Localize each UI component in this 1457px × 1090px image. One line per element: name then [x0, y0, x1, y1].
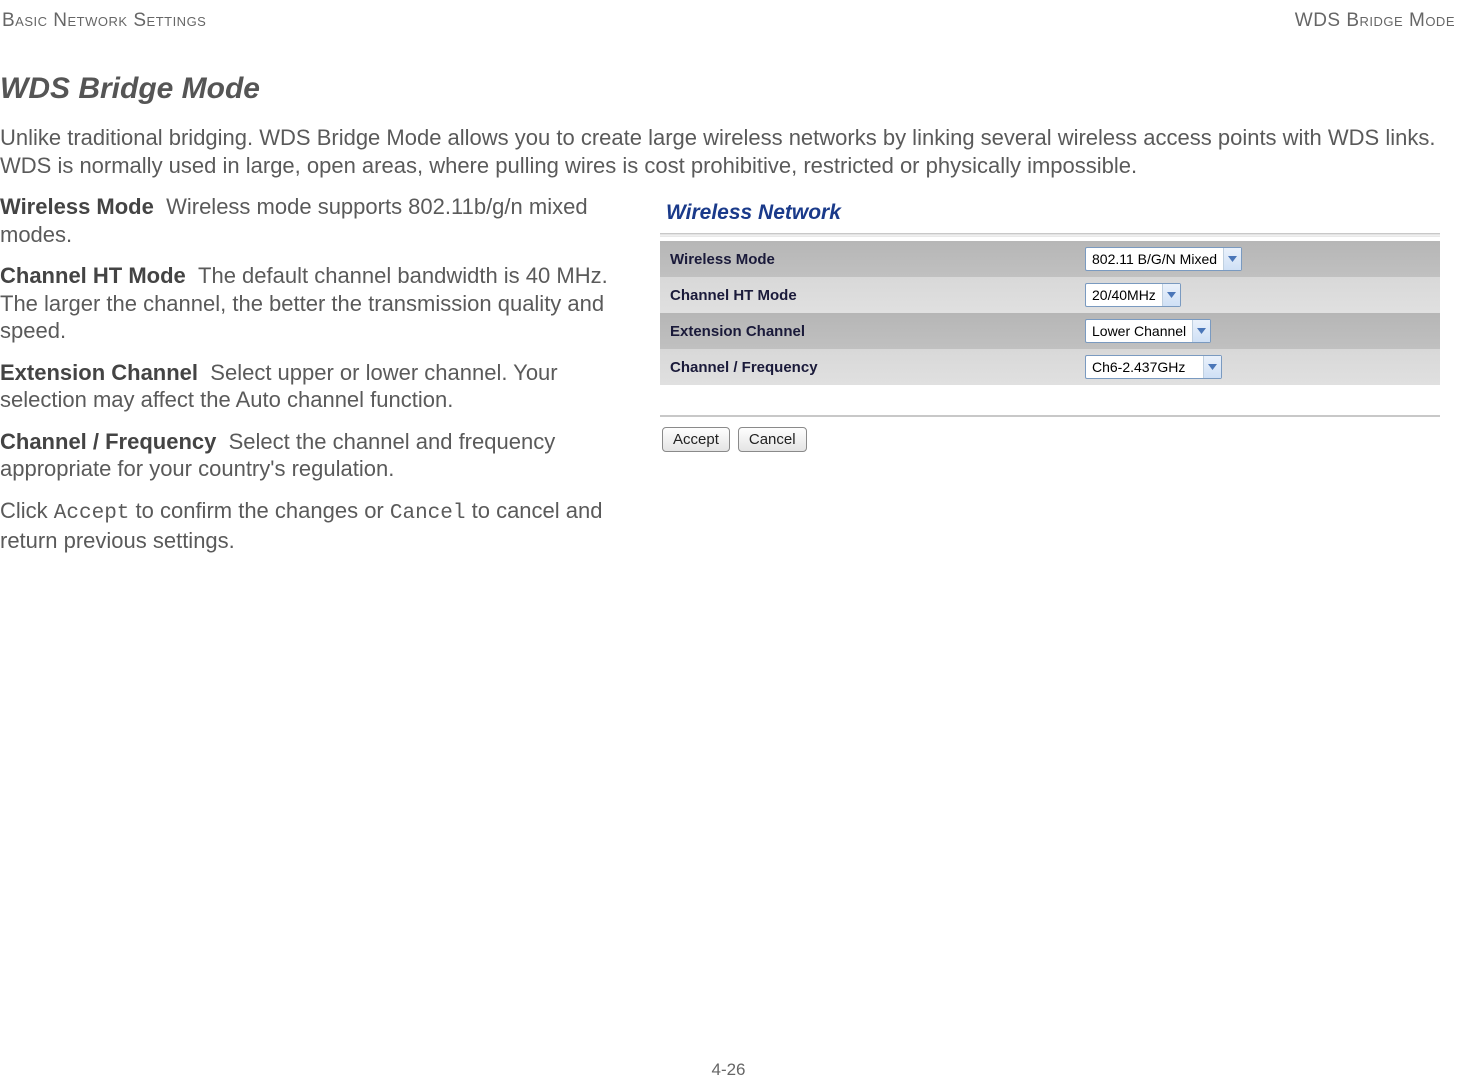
chevron-down-icon: [1192, 320, 1210, 342]
accept-code: Accept: [54, 502, 130, 525]
definition-term: Extension Channel: [0, 360, 198, 385]
definition-term: Wireless Mode: [0, 194, 154, 219]
select-value: 20/40MHz: [1092, 287, 1156, 303]
select-value: 802.11 B/G/N Mixed: [1092, 251, 1217, 267]
closing-paragraph: Click Accept to confirm the changes or C…: [0, 497, 640, 555]
cancel-code: Cancel: [390, 502, 466, 525]
select-value: Lower Channel: [1092, 323, 1186, 339]
chevron-down-icon: [1203, 356, 1221, 378]
channel-ht-mode-select[interactable]: 20/40MHz: [1085, 283, 1181, 307]
cancel-button[interactable]: Cancel: [738, 427, 807, 452]
extension-channel-select[interactable]: Lower Channel: [1085, 319, 1211, 343]
definition-item: Channel HT Mode The default channel band…: [0, 262, 640, 345]
intro-paragraph: Unlike traditional bridging. WDS Bridge …: [0, 124, 1457, 179]
row-label: Wireless Mode: [660, 241, 1075, 277]
page-title: WDS Bridge Mode: [0, 72, 1457, 106]
table-row: Wireless Mode 802.11 B/G/N Mixed: [660, 241, 1440, 277]
row-label: Channel / Frequency: [660, 349, 1075, 385]
panel-divider: [660, 233, 1440, 237]
row-label: Channel HT Mode: [660, 277, 1075, 313]
panel-title: Wireless Network: [660, 195, 1440, 233]
definition-item: Extension Channel Select upper or lower …: [0, 359, 640, 414]
page-number: 4-26: [0, 1060, 1457, 1080]
accept-button[interactable]: Accept: [662, 427, 730, 452]
settings-table: Wireless Mode 802.11 B/G/N Mixed Channel…: [660, 241, 1440, 385]
definitions-column: Wireless Mode Wireless mode supports 802…: [0, 193, 640, 568]
definition-term: Channel HT Mode: [0, 263, 186, 288]
header-right: WDS Bridge Mode: [1295, 10, 1455, 32]
table-row: Channel HT Mode 20/40MHz: [660, 277, 1440, 313]
chevron-down-icon: [1223, 248, 1241, 270]
panel-bottom-divider: [660, 415, 1440, 417]
table-row: Extension Channel Lower Channel: [660, 313, 1440, 349]
definition-term: Channel / Frequency: [0, 429, 216, 454]
wireless-mode-select[interactable]: 802.11 B/G/N Mixed: [1085, 247, 1242, 271]
chevron-down-icon: [1162, 284, 1180, 306]
definition-item: Wireless Mode Wireless mode supports 802…: [0, 193, 640, 248]
definition-item: Channel / Frequency Select the channel a…: [0, 428, 640, 483]
header-left: Basic Network Settings: [2, 10, 206, 32]
wireless-network-panel: Wireless Network Wireless Mode 802.11 B/…: [660, 195, 1440, 452]
table-row: Channel / Frequency Ch6-2.437GHz: [660, 349, 1440, 385]
select-value: Ch6-2.437GHz: [1092, 359, 1185, 375]
row-label: Extension Channel: [660, 313, 1075, 349]
channel-frequency-select[interactable]: Ch6-2.437GHz: [1085, 355, 1222, 379]
